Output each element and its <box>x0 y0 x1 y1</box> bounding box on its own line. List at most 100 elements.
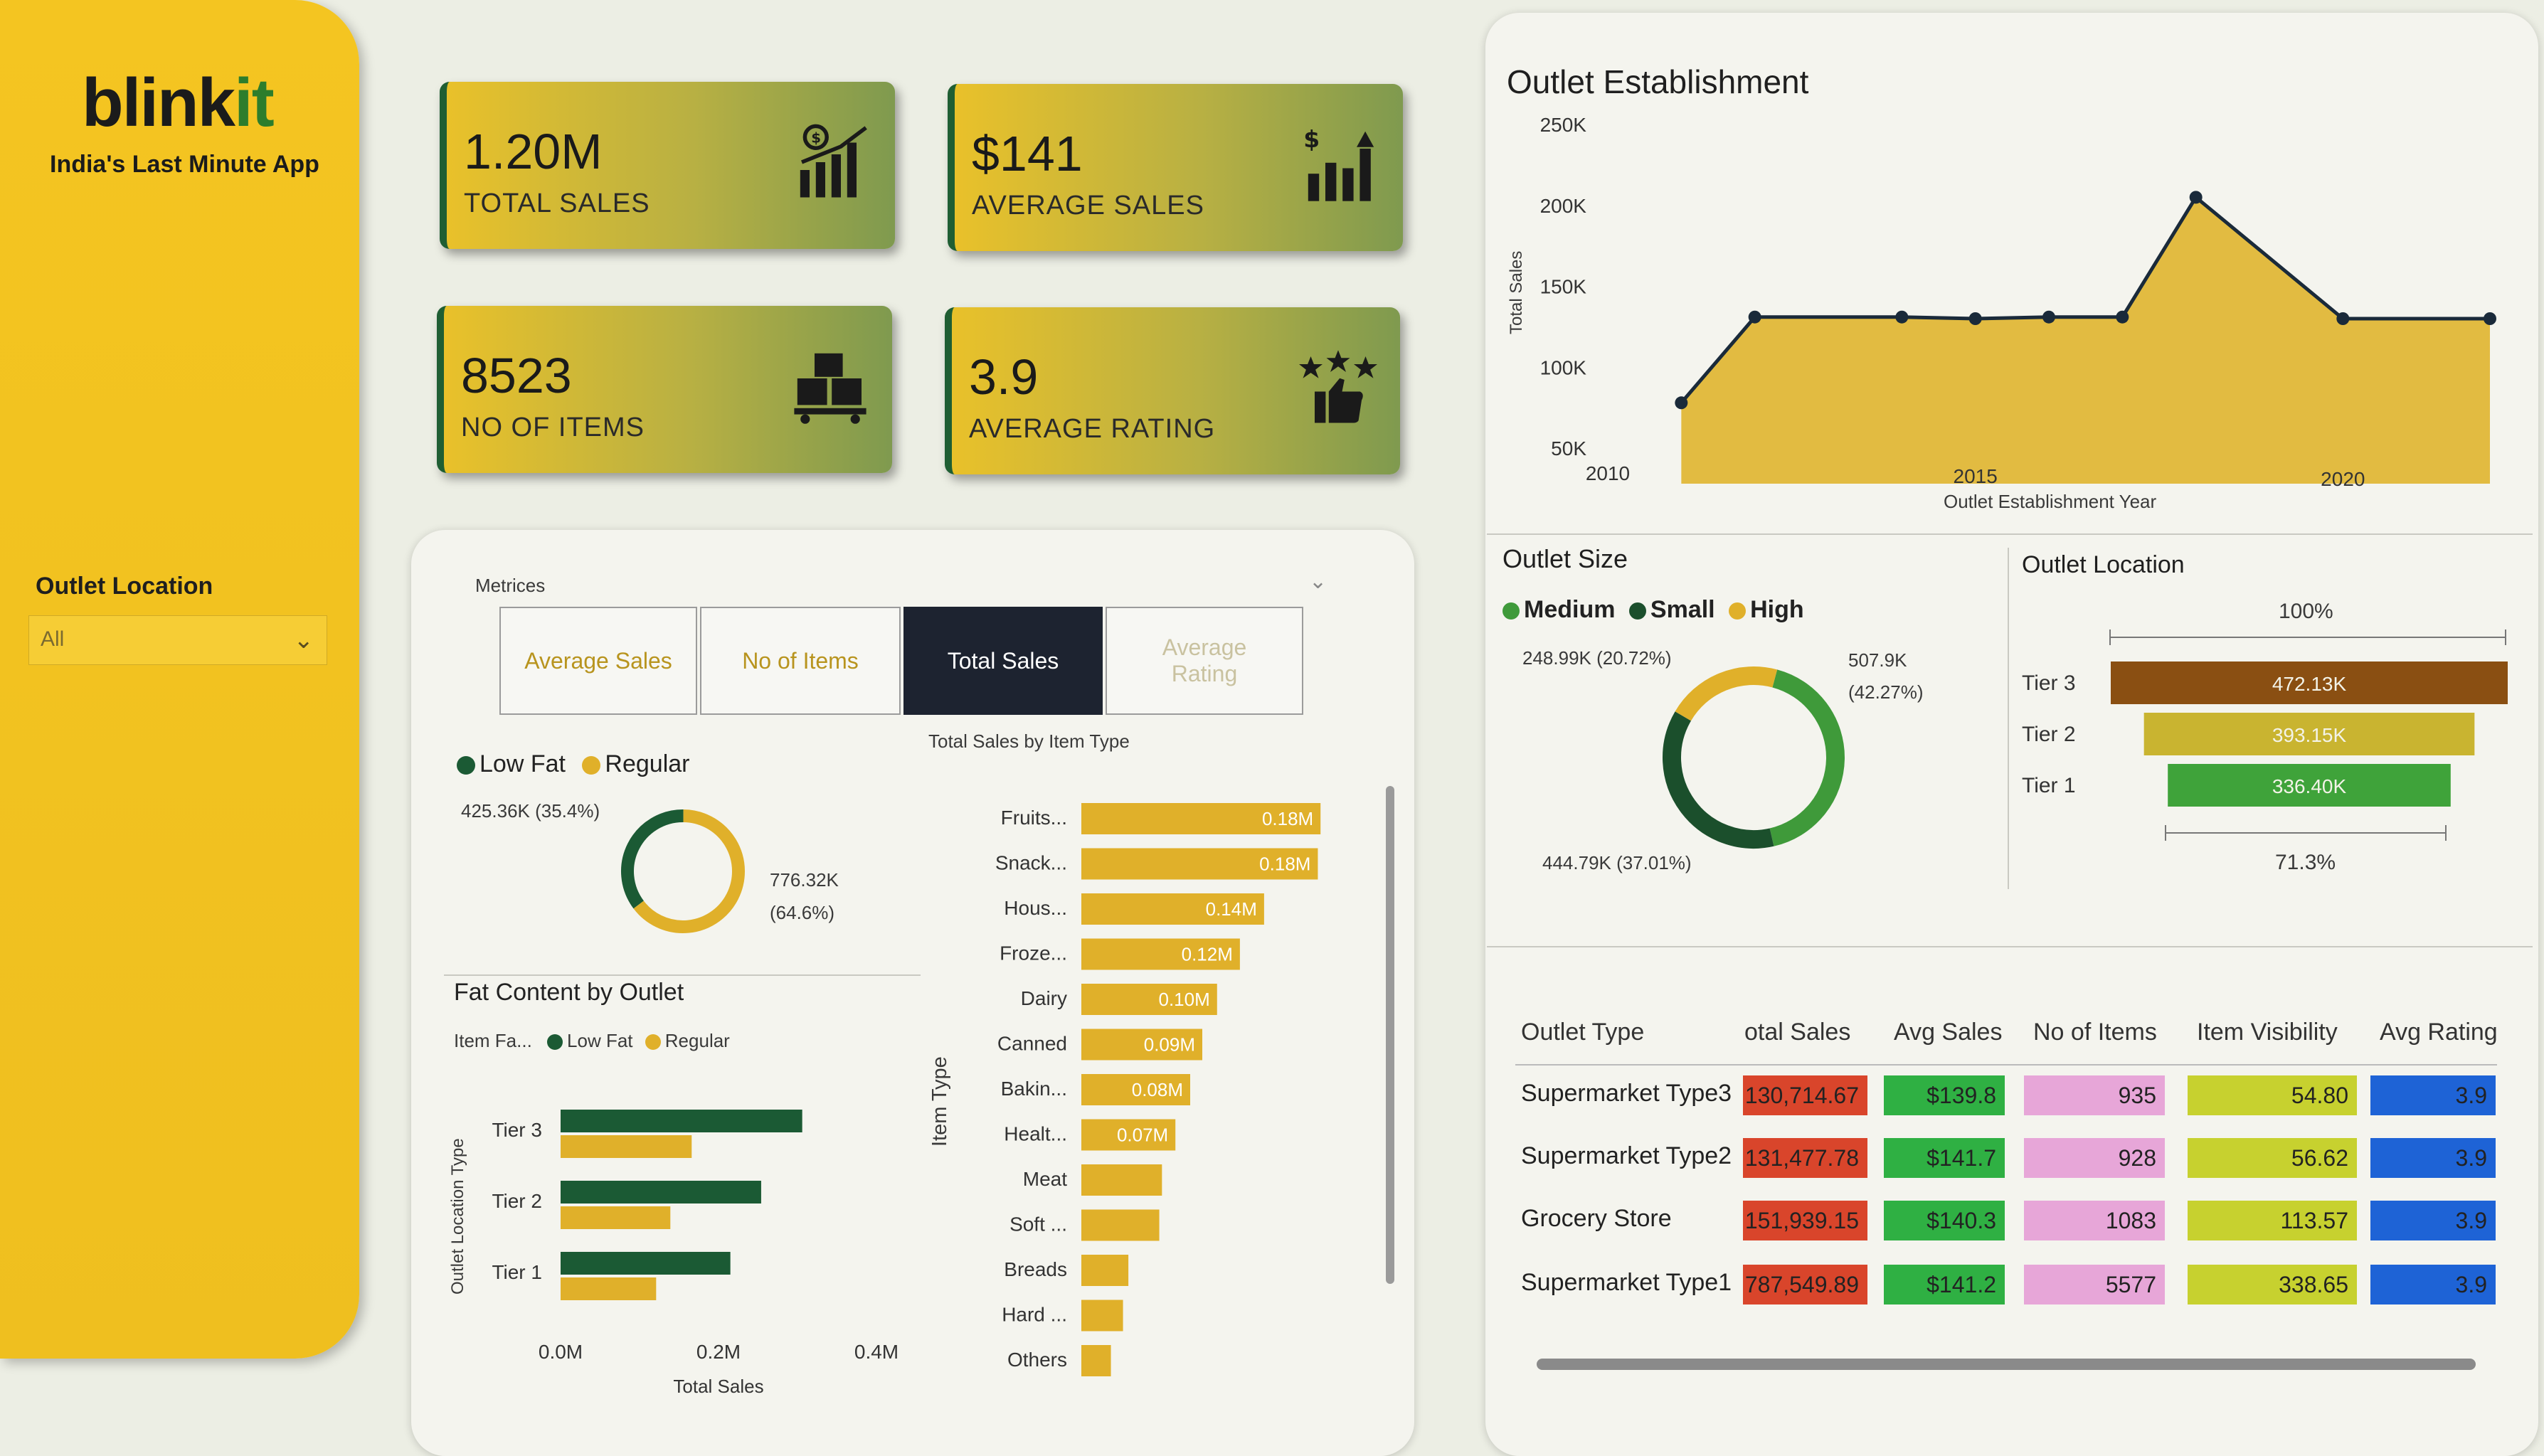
legend-label-high: High <box>1750 596 1804 623</box>
establishment-point <box>2042 310 2055 324</box>
brand-logo: blinkit <box>82 65 275 141</box>
cell-avg-sales: $141.7 <box>1884 1138 2005 1178</box>
establishment-point <box>2484 312 2496 325</box>
establishment-y-tick: 250K <box>1540 114 1587 136</box>
cell-avg-rating: 3.9 <box>2370 1138 2496 1178</box>
legend-label-small: Small <box>1650 596 1715 623</box>
size-donut-slice <box>1663 711 1774 849</box>
donut-label-low-fat: 425.36K (35.4%) <box>461 800 600 822</box>
cell-total-sales: 151,939.15 <box>1743 1201 1867 1240</box>
table-header-avg-sales[interactable]: Avg Sales <box>1894 1019 2002 1046</box>
table-row-label: Supermarket Type2 <box>1521 1142 1732 1169</box>
establishment-y-tick: 100K <box>1540 356 1587 378</box>
cell-total-sales: 131,477.78 <box>1743 1138 1867 1178</box>
item-type-data-label: 0.18M <box>1262 808 1313 829</box>
item-type-category-label: Others <box>1007 1349 1067 1371</box>
item-type-bar-chart: Fruits... 0.18M Snack... 0.18M Hous... 0.14M F… <box>995 803 1321 1376</box>
kpi-value: 1.20M <box>464 124 603 179</box>
kpi-value: 3.9 <box>969 349 1039 405</box>
fat-by-outlet-bar-chart: Tier 3 Tier 2 Tier 1 0.0M 0.2M 0.4M Total Sale… <box>492 1110 899 1397</box>
sidebar: blinkit India's Last Minute App Outlet L… <box>0 0 359 1359</box>
fat-by-outlet-title: Fat Content by Outlet <box>454 979 684 1006</box>
establishment-point <box>2116 310 2129 324</box>
item-type-scrollbar[interactable] <box>1386 786 1394 1284</box>
outlet-size-title: Outlet Size <box>1502 544 1628 573</box>
fat-by-outlet-y-axis-label: Outlet Location Type <box>448 1138 467 1295</box>
item-type-category-label: Dairy <box>1021 987 1067 1009</box>
tab-no-of-items[interactable]: No of Items <box>700 607 901 715</box>
item-type-category-label: Snack... <box>995 852 1067 874</box>
legend-swatch-regular <box>645 1034 661 1051</box>
table-row-label: Supermarket Type3 <box>1521 1080 1732 1107</box>
fat-bar-regular <box>561 1277 657 1300</box>
item-type-data-label: 0.12M <box>1182 944 1233 965</box>
item-type-data-label: 0.18M <box>1259 854 1310 875</box>
establishment-y-tick: 50K <box>1551 437 1586 459</box>
establishment-x-tick: 2015 <box>1954 465 1998 487</box>
item-type-bar <box>1081 1164 1162 1196</box>
table-header-avg-rating[interactable]: Avg Rating <box>2380 1019 2498 1046</box>
funnel-bottom-label: 71.3% <box>2275 851 2336 874</box>
item-type-y-axis-label: Item Type <box>928 1056 951 1147</box>
item-type-data-label: 0.14M <box>1206 898 1257 920</box>
kpi-label: AVERAGE RATING <box>969 414 1216 444</box>
funnel-data-label: 472.13K <box>2272 673 2347 695</box>
divider <box>1487 946 2533 947</box>
tab-total-sales[interactable]: Total Sales <box>903 607 1103 715</box>
outlet-size-donut-chart <box>1663 666 1845 849</box>
donut-label-regular-value: 776.32K <box>770 869 839 891</box>
kpi-value: $141 <box>972 126 1083 181</box>
divider <box>1487 533 2533 535</box>
outlet-location-title: Outlet Location <box>2022 551 2185 578</box>
cell-no-of-items: 5577 <box>2024 1265 2165 1304</box>
donut-label-medium-value: 507.9K <box>1848 649 1907 671</box>
fat-donut-legend: Low Fat Regular <box>457 750 689 778</box>
fat-bar-x-tick: 0.2M <box>696 1341 741 1363</box>
establishment-y-tick: 150K <box>1540 276 1587 298</box>
outlet-size-legend: Medium Small High <box>1502 596 1804 624</box>
legend-swatch-low-fat <box>457 756 475 775</box>
legend-swatch-regular <box>582 756 601 775</box>
establishment-area <box>1681 197 2490 484</box>
fat-donut-slice <box>633 809 745 933</box>
cell-avg-rating: 3.9 <box>2370 1201 2496 1240</box>
fat-bar-regular <box>561 1135 692 1158</box>
table-horizontal-scrollbar[interactable] <box>1537 1359 2476 1370</box>
tab-average-rating[interactable]: Average Rating <box>1106 607 1303 715</box>
item-type-category-label: Meat <box>1023 1168 1067 1190</box>
table-header-item-visibility[interactable]: Item Visibility <box>2197 1019 2338 1046</box>
establishment-x-axis-label: Outlet Establishment Year <box>1944 491 2157 512</box>
tab-average-sales[interactable]: Average Sales <box>499 607 697 715</box>
divider <box>444 974 921 976</box>
funnel-top-bracket-tick <box>2109 629 2111 645</box>
establishment-point <box>2336 312 2350 325</box>
funnel-bottom-bracket-tick <box>2445 825 2447 841</box>
item-type-category-label: Breads <box>1004 1258 1067 1280</box>
chevron-down-icon: ⌄ <box>293 627 314 654</box>
outlet-location-dropdown[interactable]: All ⌄ <box>28 615 327 665</box>
kpi-label: TOTAL SALES <box>464 188 650 218</box>
brand-tagline: India's Last Minute App <box>50 151 319 178</box>
table-header-total-sales[interactable]: otal Sales <box>1744 1019 1850 1046</box>
item-type-category-label: Healt... <box>1004 1123 1067 1145</box>
legend-label-regular: Regular <box>664 1030 730 1051</box>
bar-chart-dollar-icon: $ <box>800 124 867 198</box>
establishment-y-tick: 200K <box>1540 195 1587 217</box>
legend-label-medium: Medium <box>1524 596 1616 623</box>
legend-label-regular: Regular <box>605 750 690 777</box>
cell-avg-rating: 3.9 <box>2370 1265 2496 1304</box>
cell-no-of-items: 928 <box>2024 1138 2165 1178</box>
item-type-data-label: 0.08M <box>1132 1079 1183 1100</box>
fat-bar-category-label: Tier 3 <box>492 1119 542 1141</box>
fat-bar-low-fat <box>561 1110 802 1132</box>
cell-item-visibility: 113.57 <box>2188 1201 2357 1240</box>
table-header-outlet-type[interactable]: Outlet Type <box>1521 1019 1644 1046</box>
establishment-chart-title: Outlet Establishment <box>1507 63 1809 100</box>
table-header-no-of-items[interactable]: No of Items <box>2033 1019 2157 1046</box>
cell-avg-sales: $141.2 <box>1884 1265 2005 1304</box>
establishment-point <box>2189 191 2203 204</box>
cell-item-visibility: 338.65 <box>2188 1265 2357 1304</box>
item-type-category-label: Hard ... <box>1002 1304 1067 1326</box>
chevron-down-icon[interactable]: ⌄ <box>1309 569 1327 594</box>
kpi-average-rating: 3.9 AVERAGE RATING <box>945 307 1400 474</box>
